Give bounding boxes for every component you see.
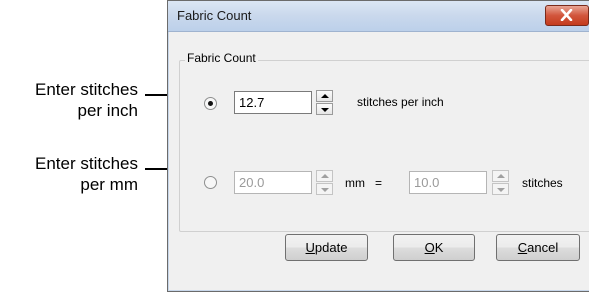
- spin-up-button[interactable]: [316, 90, 333, 102]
- update-button[interactable]: Update: [285, 234, 368, 261]
- cancel-label-rest: ancel: [527, 240, 559, 255]
- mm-label: mm: [345, 176, 365, 190]
- mm-spinner[interactable]: [316, 170, 333, 195]
- mm-input[interactable]: 20.0: [234, 171, 312, 194]
- callout-per-inch-line2: per inch: [77, 101, 138, 120]
- cancel-button[interactable]: Cancel: [496, 234, 580, 261]
- stitches-spinner[interactable]: [492, 170, 509, 195]
- callout-per-mm-line2: per mm: [80, 175, 138, 194]
- callout-per-mm-line1: Enter stitches: [35, 154, 138, 173]
- spin-down-button[interactable]: [316, 183, 333, 195]
- callout-per-inch-line1: Enter stitches: [35, 80, 138, 99]
- radio-stitches-per-mm[interactable]: [204, 176, 217, 189]
- spin-down-button[interactable]: [492, 183, 509, 195]
- spin-down-icon: [321, 108, 329, 112]
- fabric-count-groupbox: [179, 60, 589, 232]
- spin-up-button[interactable]: [316, 170, 333, 182]
- stitches-per-inch-spinner[interactable]: [316, 90, 333, 115]
- stitches-per-inch-label: stitches per inch: [357, 95, 444, 109]
- radio-stitches-per-inch[interactable]: [204, 97, 217, 110]
- ok-label-rest: K: [434, 240, 444, 255]
- stitches-input[interactable]: 10.0: [409, 171, 487, 194]
- ok-button[interactable]: OK: [393, 234, 475, 261]
- callout-per-mm: Enter stitches per mm: [0, 153, 138, 195]
- spin-up-icon: [321, 94, 329, 98]
- callout-per-inch: Enter stitches per inch: [0, 79, 138, 121]
- close-icon: [560, 9, 573, 21]
- spin-up-icon: [497, 174, 505, 178]
- spin-down-button[interactable]: [316, 103, 333, 115]
- update-label-rest: pdate: [314, 240, 348, 255]
- stitches-label: stitches: [522, 176, 563, 190]
- spin-up-button[interactable]: [492, 170, 509, 182]
- stitches-per-inch-input[interactable]: 12.7: [234, 91, 312, 114]
- cancel-mnemonic: C: [517, 240, 528, 255]
- dialog-titlebar[interactable]: Fabric Count: [168, 1, 589, 32]
- fabric-count-dialog: Fabric Count Fabric Count 12.7 stitches …: [167, 0, 589, 292]
- dialog-title: Fabric Count: [177, 8, 252, 23]
- close-button[interactable]: [545, 5, 589, 26]
- radio-selected-dot: [208, 101, 213, 106]
- update-mnemonic: U: [305, 240, 315, 255]
- spin-down-icon: [321, 188, 329, 192]
- equals-sign: =: [375, 176, 383, 190]
- spin-up-icon: [321, 174, 329, 178]
- groupbox-label: Fabric Count: [185, 51, 258, 65]
- spin-down-icon: [497, 188, 505, 192]
- ok-mnemonic: O: [424, 240, 435, 255]
